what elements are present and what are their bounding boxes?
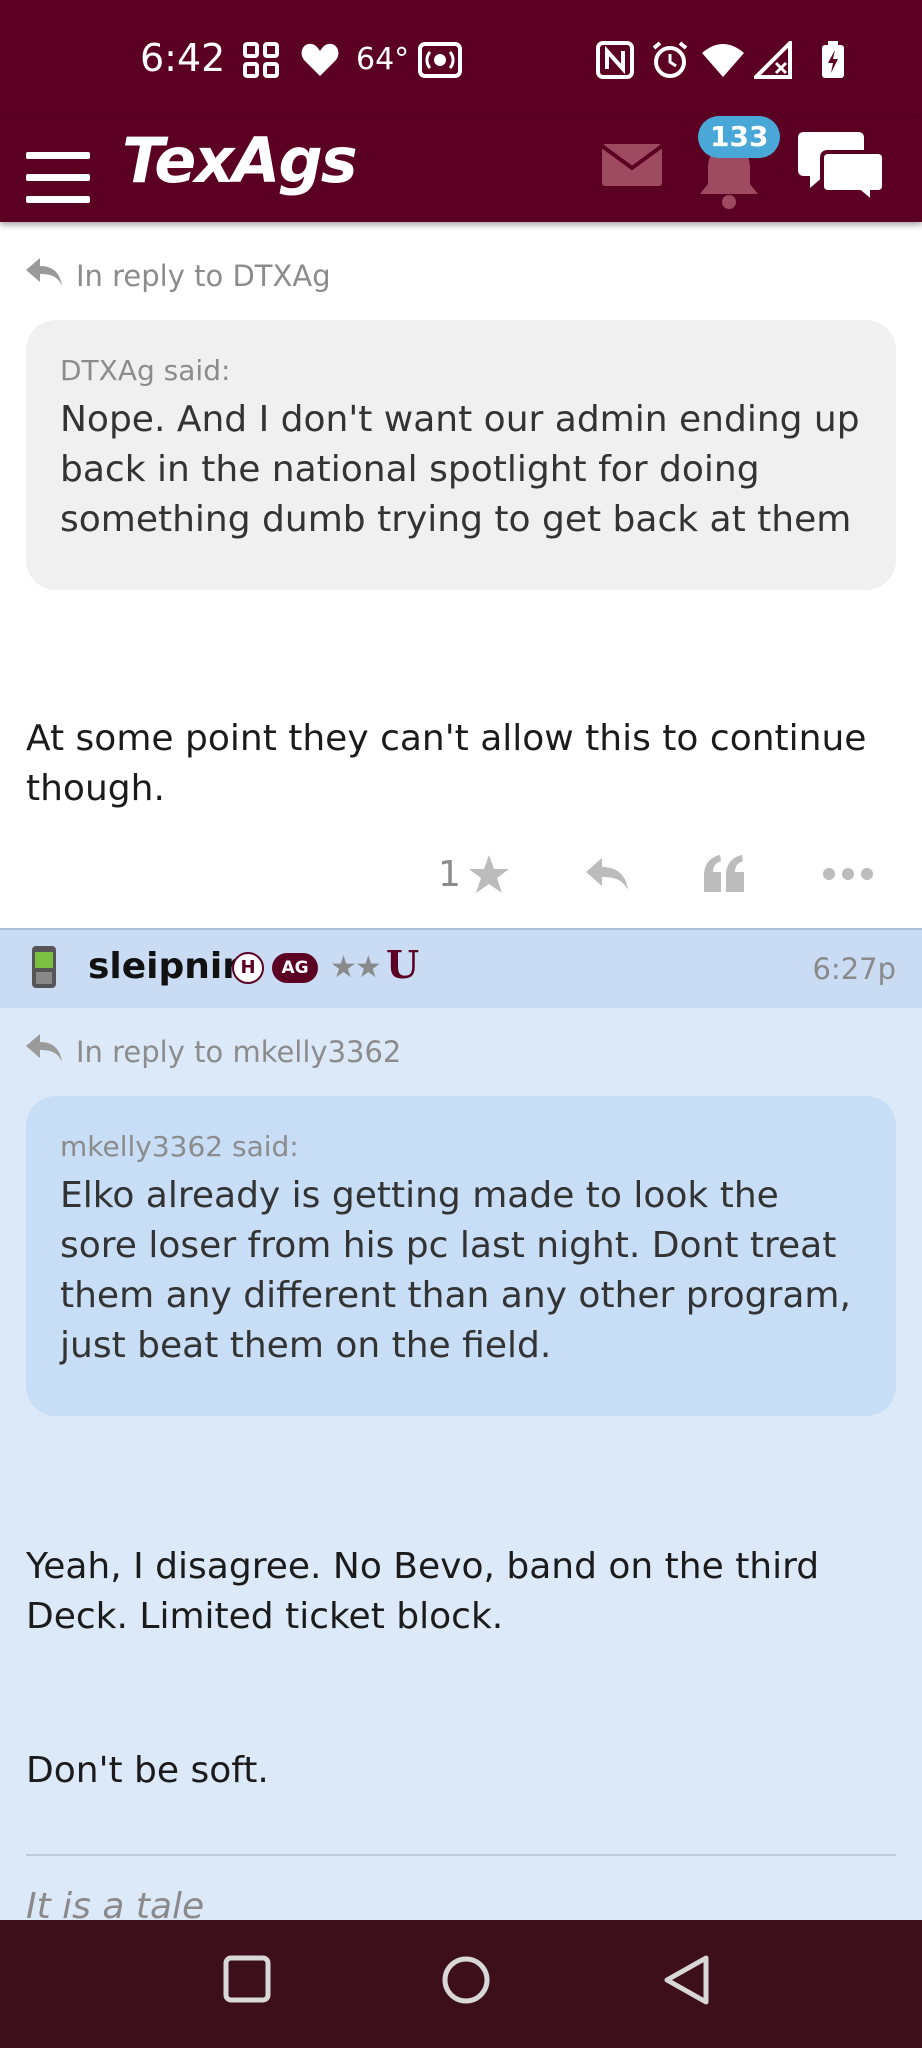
app-header: TexAgs 133 bbox=[0, 116, 922, 222]
post-body-paragraph: Don't be soft. bbox=[26, 1750, 269, 1791]
team-logo-u: U bbox=[386, 942, 420, 987]
star-icon bbox=[468, 855, 509, 893]
mail-icon[interactable] bbox=[600, 142, 664, 192]
quote-author: mkelly3362 said: bbox=[60, 1130, 299, 1163]
username[interactable]: sleipnir bbox=[88, 946, 240, 987]
status-time: 6:42 bbox=[140, 36, 226, 80]
rank-stars: ★★ bbox=[330, 950, 382, 985]
more-options-button[interactable] bbox=[822, 844, 874, 904]
grid-icon bbox=[242, 40, 280, 80]
badge-h: H bbox=[232, 952, 264, 984]
reply-arrow-icon bbox=[24, 256, 64, 295]
wifi-icon bbox=[700, 40, 746, 80]
quote-button[interactable] bbox=[702, 844, 746, 904]
quote-text: Nope. And I don't want our admin ending … bbox=[60, 399, 860, 540]
signal-icon bbox=[754, 40, 794, 80]
post-card: sleipnir H AG ★★ U 6:27p In reply to mke… bbox=[0, 928, 922, 1928]
post-card: In reply to DTXAg DTXAg said: Nope. And … bbox=[0, 222, 922, 928]
quote-icon bbox=[704, 855, 744, 892]
post-body: At some point they can't allow this to c… bbox=[26, 718, 867, 809]
more-icon bbox=[823, 868, 873, 880]
heart-icon bbox=[300, 40, 340, 80]
badge-ag: AG bbox=[272, 953, 318, 983]
phone-device-icon bbox=[30, 944, 58, 994]
reply-arrow-icon bbox=[24, 1032, 64, 1071]
back-button[interactable] bbox=[662, 1954, 712, 2010]
hotspot-icon bbox=[418, 40, 462, 80]
temperature-text: 64° bbox=[356, 42, 410, 77]
like-count: 1 bbox=[438, 853, 461, 895]
chat-icon[interactable] bbox=[798, 128, 886, 208]
reply-to-link[interactable]: In reply to mkelly3362 bbox=[24, 1032, 401, 1071]
quote-text: Elko already is getting made to look the… bbox=[60, 1175, 851, 1366]
alarm-icon bbox=[650, 40, 690, 80]
texags-logo[interactable]: TexAgs bbox=[122, 124, 358, 197]
reply-icon bbox=[586, 858, 628, 890]
nfc-icon bbox=[596, 40, 634, 80]
quote-block: mkelly3362 said: Elko already is getting… bbox=[26, 1096, 896, 1416]
post-actions: 1 bbox=[0, 844, 922, 904]
home-button[interactable] bbox=[440, 1954, 492, 2010]
notification-badge[interactable]: 133 bbox=[698, 116, 781, 158]
quote-author: DTXAg said: bbox=[60, 354, 231, 387]
reply-to-link[interactable]: In reply to DTXAg bbox=[24, 256, 331, 295]
menu-icon[interactable] bbox=[26, 136, 90, 203]
reply-button[interactable] bbox=[584, 844, 630, 904]
recents-button[interactable] bbox=[222, 1954, 272, 2008]
reply-to-text: In reply to DTXAg bbox=[76, 258, 331, 293]
post-time: 6:27p bbox=[812, 952, 896, 986]
like-button[interactable]: 1 bbox=[438, 844, 511, 904]
system-nav-bar bbox=[0, 1920, 922, 2048]
signature-divider bbox=[26, 1854, 896, 1856]
post-body-paragraph: Yeah, I disagree. No Bevo, band on the t… bbox=[26, 1546, 820, 1637]
reply-to-text: In reply to mkelly3362 bbox=[76, 1034, 402, 1069]
post-header: sleipnir H AG ★★ U 6:27p bbox=[0, 930, 922, 1008]
quote-block: DTXAg said: Nope. And I don't want our a… bbox=[26, 320, 896, 590]
battery-icon bbox=[820, 40, 846, 80]
status-bar: 6:42 64° bbox=[0, 0, 922, 118]
